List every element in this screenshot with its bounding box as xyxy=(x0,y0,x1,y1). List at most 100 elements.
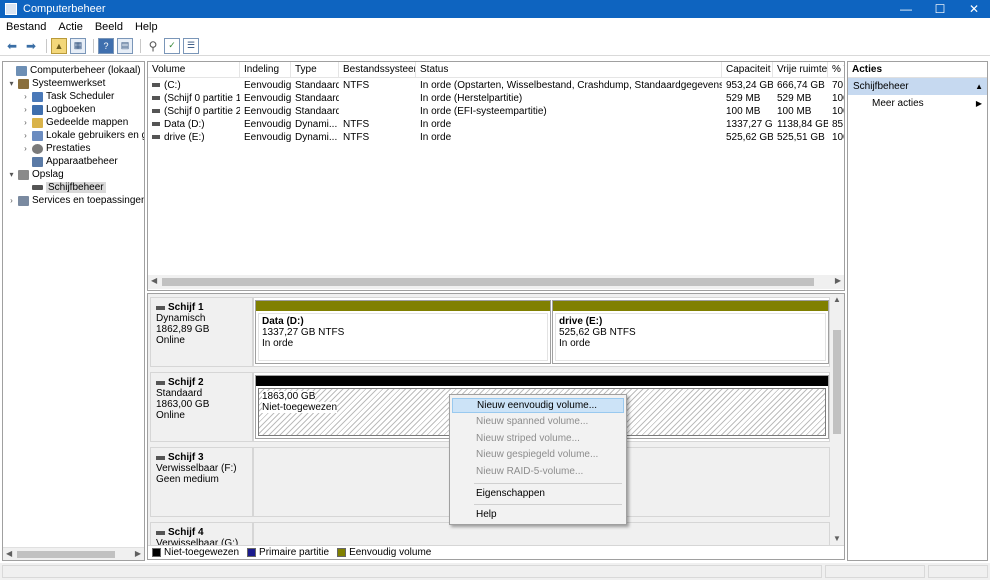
disk-icon xyxy=(156,530,165,535)
expand-icon[interactable]: › xyxy=(21,92,30,101)
menu-bestand[interactable]: Bestand xyxy=(0,21,52,33)
scroll-up-icon[interactable]: ▲ xyxy=(833,295,841,304)
menu-item-nieuw-eenvoudig-volume[interactable]: Nieuw eenvoudig volume... xyxy=(452,398,624,413)
partition-data-d[interactable]: Data (D:) 1337,27 GB NTFS In orde xyxy=(255,300,551,364)
expand-icon[interactable]: › xyxy=(21,118,30,127)
menu-beeld[interactable]: Beeld xyxy=(89,21,129,33)
disk-management-icon xyxy=(32,185,43,190)
close-button[interactable]: ✕ xyxy=(957,0,990,18)
collapse-icon[interactable]: ▾ xyxy=(7,79,16,88)
tree-item-lokale-gebruikers[interactable]: › Lokale gebruikers en gr xyxy=(21,129,144,142)
tree-item-computerbeheer[interactable]: Computerbeheer (lokaal) xyxy=(5,64,141,77)
tree-item-services[interactable]: › Services en toepassingen xyxy=(7,194,144,207)
scroll-right-icon[interactable]: ▶ xyxy=(135,549,141,558)
scroll-left-icon[interactable]: ◀ xyxy=(151,276,157,285)
disk-icon xyxy=(156,305,165,310)
collapse-icon[interactable]: ▾ xyxy=(7,170,16,179)
volume-list-horizontal-scrollbar[interactable]: ◀ ▶ xyxy=(148,275,844,289)
console-tree: Computerbeheer (lokaal) ▾ Systeemwerkset… xyxy=(2,61,145,561)
simple-volume-bar xyxy=(553,301,828,311)
legend-swatch xyxy=(337,548,347,557)
tree-item-logboeken[interactable]: › Logboeken xyxy=(21,103,95,116)
tree-item-gedeelde-mappen[interactable]: › Gedeelde mappen xyxy=(21,116,128,129)
scroll-thumb[interactable] xyxy=(17,551,115,558)
legend-item: Niet-toegewezen xyxy=(152,547,239,558)
computer-icon xyxy=(16,65,27,76)
column-header-type[interactable]: Type xyxy=(291,62,339,78)
disk-info-schijf-1[interactable]: Schijf 1 Dynamisch 1862,89 GB Online xyxy=(150,297,253,367)
disk-info-schijf-3[interactable]: Schijf 3 Verwisselbaar (F:) Geen medium xyxy=(150,447,253,517)
action-meer-acties[interactable]: Meer acties ▶ xyxy=(848,95,987,112)
column-header-percent-vrij[interactable]: % V xyxy=(828,62,844,78)
properties-icon[interactable]: ▤ xyxy=(117,37,133,54)
show-hide-tree-icon[interactable]: ▦ xyxy=(70,37,86,54)
volume-list-header: Volume Indeling Type Bestandssysteem Sta… xyxy=(148,62,844,78)
column-header-status[interactable]: Status xyxy=(416,62,722,78)
menu-item-nieuw-raid5-volume[interactable]: Nieuw RAID-5-volume... xyxy=(452,464,624,479)
expand-icon[interactable]: › xyxy=(21,105,30,114)
volume-icon xyxy=(152,96,160,101)
menu-item-nieuw-gespiegeld-volume[interactable]: Nieuw gespiegeld volume... xyxy=(452,447,624,462)
expand-icon[interactable]: › xyxy=(21,144,30,153)
up-folder-icon[interactable]: ▲ xyxy=(51,37,67,54)
table-row[interactable]: (Schijf 0 partitie 1) Eenvoudig Standaar… xyxy=(148,92,844,105)
legend-item: Primaire partitie xyxy=(247,547,329,558)
menu-item-nieuw-spanned-volume[interactable]: Nieuw spanned volume... xyxy=(452,414,624,429)
menu-separator xyxy=(474,504,622,505)
expand-icon[interactable]: › xyxy=(21,131,30,140)
table-row[interactable]: (C:) Eenvoudig Standaard NTFS In orde (O… xyxy=(148,79,844,92)
volume-icon xyxy=(152,109,160,114)
collapse-icon[interactable]: ▲ xyxy=(975,78,983,95)
scroll-thumb[interactable] xyxy=(162,278,814,286)
menu-help[interactable]: Help xyxy=(129,21,164,33)
disk-map-vertical-scrollbar[interactable]: ▲ ▼ xyxy=(830,294,844,559)
back-arrow-icon[interactable]: ⬅ xyxy=(4,38,20,54)
legend-swatch xyxy=(247,548,257,557)
menu-item-help[interactable]: Help xyxy=(452,507,624,522)
tree-item-opslag[interactable]: ▾ Opslag xyxy=(7,168,63,181)
partition-drive-e[interactable]: drive (E:) 525,62 GB NTFS In orde xyxy=(552,300,829,364)
menu-item-nieuw-striped-volume[interactable]: Nieuw striped volume... xyxy=(452,431,624,446)
connect-disk-icon[interactable]: ⚲ xyxy=(145,38,161,54)
performance-icon xyxy=(32,143,43,154)
scroll-thumb[interactable] xyxy=(833,330,841,434)
tree-item-systeemwerkset[interactable]: ▾ Systeemwerkset xyxy=(7,77,105,90)
scroll-down-icon[interactable]: ▼ xyxy=(833,534,841,543)
volume-icon xyxy=(152,83,160,88)
tree-item-schijfbeheer[interactable]: Schijfbeheer xyxy=(21,181,106,194)
help-icon[interactable]: ? xyxy=(98,37,114,54)
list-view-icon[interactable]: ☰ xyxy=(183,37,199,54)
toolbar-separator xyxy=(140,38,141,53)
column-header-bestandssysteem[interactable]: Bestandssysteem xyxy=(339,62,416,78)
tree-item-task-scheduler[interactable]: › Task Scheduler xyxy=(21,90,114,103)
tree-item-prestaties[interactable]: › Prestaties xyxy=(21,142,90,155)
column-header-capaciteit[interactable]: Capaciteit xyxy=(722,62,773,78)
column-header-volume[interactable]: Volume xyxy=(148,62,240,78)
expand-icon[interactable]: › xyxy=(7,196,16,205)
table-row[interactable]: (Schijf 0 partitie 2) Eenvoudig Standaar… xyxy=(148,105,844,118)
menu-actie[interactable]: Actie xyxy=(52,21,88,33)
menu-bar: Bestand Actie Beeld Help xyxy=(0,18,990,36)
table-row[interactable]: Data (D:) Eenvoudig Dynami... NTFS In or… xyxy=(148,118,844,131)
app-icon xyxy=(5,3,17,15)
checklist-icon[interactable]: ✓ xyxy=(164,37,180,54)
scroll-right-icon[interactable]: ▶ xyxy=(835,276,841,285)
disk-info-schijf-2[interactable]: Schijf 2 Standaard 1863,00 GB Online xyxy=(150,372,253,442)
table-row[interactable]: drive (E:) Eenvoudig Dynami... NTFS In o… xyxy=(148,131,844,144)
tree-horizontal-scrollbar[interactable]: ◀ ▶ xyxy=(3,547,144,560)
actions-section-schijfbeheer[interactable]: Schijfbeheer ▲ xyxy=(848,78,987,95)
unallocated-bar xyxy=(256,376,828,386)
volume-icon xyxy=(152,135,160,140)
disk-lane-schijf-1: Data (D:) 1337,27 GB NTFS In orde drive … xyxy=(253,297,830,367)
maximize-button[interactable]: ☐ xyxy=(923,0,957,18)
scroll-left-icon[interactable]: ◀ xyxy=(6,549,12,558)
tree-item-apparaatbeheer[interactable]: Apparaatbeheer xyxy=(21,155,118,168)
menu-item-eigenschappen[interactable]: Eigenschappen xyxy=(452,486,624,501)
volume-icon xyxy=(152,122,160,127)
storage-icon xyxy=(18,169,29,180)
actions-pane: Acties Schijfbeheer ▲ Meer acties ▶ xyxy=(847,61,988,561)
column-header-indeling[interactable]: Indeling xyxy=(240,62,291,78)
minimize-button[interactable]: — xyxy=(889,0,923,18)
column-header-vrije-ruimte[interactable]: Vrije ruimte xyxy=(773,62,828,78)
forward-arrow-icon[interactable]: ➡ xyxy=(23,38,39,54)
